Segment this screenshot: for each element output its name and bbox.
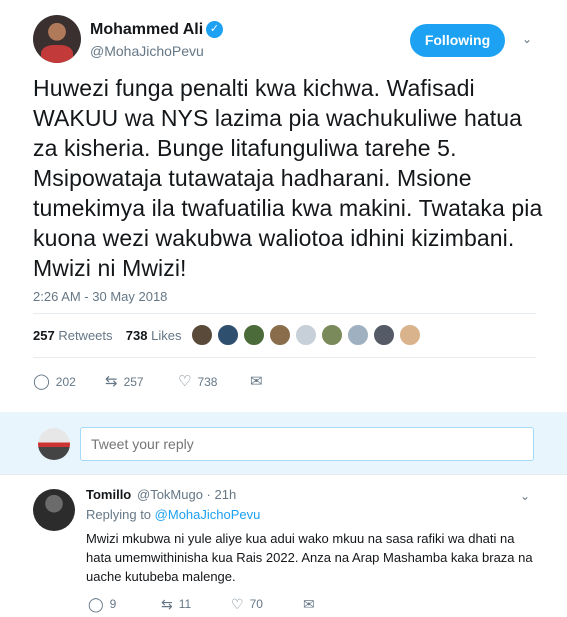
reply-retweet-button[interactable]: ⇆ 11 [161, 594, 191, 612]
replying-to-handle[interactable]: @MohaJichoPevu [155, 507, 261, 522]
tweet-stats: 257 Retweets 738 Likes [33, 328, 181, 343]
liker-avatar[interactable] [190, 323, 214, 347]
reply-reply-count: 9 [109, 596, 117, 611]
liker-avatar[interactable] [294, 323, 318, 347]
liker-avatar[interactable] [320, 323, 344, 347]
reply-author-avatar[interactable] [33, 489, 75, 531]
verified-badge-icon: ✓ [206, 21, 223, 38]
retweets-label[interactable]: Retweets [58, 328, 112, 343]
like-count: 738 [197, 374, 218, 389]
tweet-timestamp[interactable]: 2:26 AM - 30 May 2018 [33, 289, 167, 304]
tweet-actions: ◯ 202 ⇆ 257 ♡ 738 ✉ [33, 371, 333, 391]
author-avatar[interactable] [33, 15, 81, 63]
tweet-text: Huwezi funga penalti kwa kichwa. Wafisad… [33, 75, 543, 281]
replying-to: Replying to @MohaJichoPevu [86, 507, 260, 522]
likes-count[interactable]: 738 [126, 328, 148, 343]
current-user-avatar [38, 428, 70, 460]
reply-icon: ◯ [33, 372, 50, 390]
liker-avatar[interactable] [216, 323, 240, 347]
chevron-down-icon[interactable]: ⌄ [520, 32, 534, 46]
retweets-count[interactable]: 257 [33, 328, 55, 343]
following-button[interactable]: Following [410, 24, 505, 57]
reply-author-name[interactable]: Tomillo [86, 487, 131, 502]
retweet-icon: ⇆ [105, 372, 118, 390]
liker-avatar[interactable] [372, 323, 396, 347]
liker-avatar[interactable] [398, 323, 422, 347]
heart-icon: ♡ [178, 372, 192, 390]
reply-retweet-count: 11 [178, 596, 192, 611]
reply-button[interactable]: ◯ 202 [33, 371, 76, 391]
liker-avatar[interactable] [268, 323, 292, 347]
reply-author-meta[interactable]: @TokMugo · 21h [137, 487, 236, 502]
reply-dm-button[interactable]: ✉ [303, 594, 315, 612]
author-handle[interactable]: @MohaJichoPevu [90, 43, 204, 59]
divider [33, 313, 536, 314]
likes-label[interactable]: Likes [151, 328, 181, 343]
retweet-count: 257 [123, 374, 144, 389]
reply-text: Mwizi mkubwa ni yule aliye kua adui wako… [86, 531, 533, 584]
retweet-icon: ⇆ [161, 595, 173, 612]
reply-icon: ◯ [88, 595, 104, 612]
heart-icon: ♡ [231, 595, 244, 612]
author-name[interactable]: Mohammed Ali [90, 21, 203, 39]
envelope-icon: ✉ [303, 595, 315, 612]
replying-to-label: Replying to [86, 507, 152, 522]
liker-avatar[interactable] [242, 323, 266, 347]
like-button[interactable]: ♡ 738 [178, 371, 217, 391]
reply-tweet[interactable]: Tomillo @TokMugo · 21h ⌄ Replying to @Mo… [0, 474, 567, 617]
reply-like-count: 70 [249, 596, 263, 611]
divider [33, 357, 536, 358]
reply-reply-button[interactable]: ◯ 9 [88, 594, 116, 612]
reply-actions: ◯ 9 ⇆ 11 ♡ 70 ✉ [88, 594, 348, 612]
reply-count: 202 [55, 374, 76, 389]
reply-input[interactable] [80, 427, 534, 461]
envelope-icon: ✉ [250, 372, 263, 390]
main-tweet: Mohammed Ali ✓ @MohaJichoPevu Following … [0, 0, 567, 412]
liker-avatar[interactable] [346, 323, 370, 347]
reply-like-button[interactable]: ♡ 70 [231, 594, 263, 612]
chevron-down-icon[interactable]: ⌄ [520, 489, 530, 503]
retweet-button[interactable]: ⇆ 257 [105, 371, 144, 391]
direct-message-button[interactable]: ✉ [250, 371, 263, 391]
